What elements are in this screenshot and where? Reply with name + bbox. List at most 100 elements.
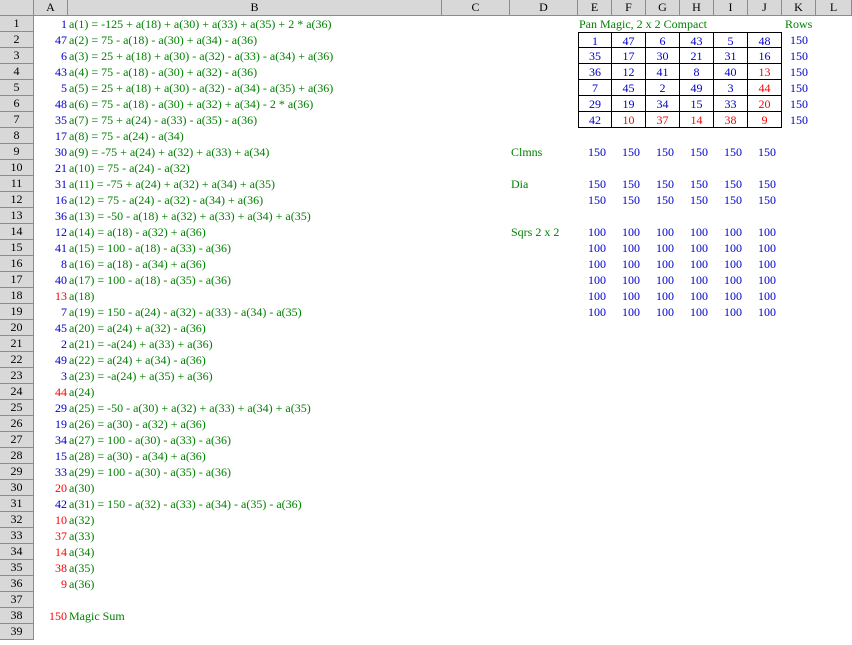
cell-a10[interactable]: 21 — [34, 160, 67, 176]
square-sum-r1-5[interactable]: 100 — [714, 224, 742, 240]
square-cell-r4c2[interactable]: 45 — [611, 79, 646, 96]
row-sum-6[interactable]: 150 — [782, 112, 816, 128]
square-sum-r2-3[interactable]: 100 — [646, 240, 674, 256]
cell-a28[interactable]: 15 — [34, 448, 67, 464]
square-sum-r1-4[interactable]: 100 — [680, 224, 708, 240]
square-sum-r1-2[interactable]: 100 — [612, 224, 640, 240]
row-header-39[interactable]: 39 — [0, 624, 34, 640]
column-header-h[interactable]: H — [680, 0, 714, 16]
cell-b35[interactable]: a(35) — [69, 560, 94, 576]
square-cell-r5c3[interactable]: 34 — [645, 95, 680, 112]
cell-a38[interactable]: 150 — [34, 608, 67, 624]
column-header-g[interactable]: G — [646, 0, 680, 16]
cell-b3[interactable]: a(3) = 25 + a(18) + a(30) - a(32) - a(33… — [69, 48, 333, 64]
column-sum-3[interactable]: 150 — [646, 144, 674, 160]
cell-a17[interactable]: 40 — [34, 272, 67, 288]
row-header-18[interactable]: 18 — [0, 288, 34, 304]
cell-b6[interactable]: a(6) = 75 - a(18) - a(30) + a(32) + a(34… — [69, 96, 313, 112]
cell-a21[interactable]: 2 — [34, 336, 67, 352]
cell-a22[interactable]: 49 — [34, 352, 67, 368]
row-header-16[interactable]: 16 — [0, 256, 34, 272]
cell-b9[interactable]: a(9) = -75 + a(24) + a(32) + a(33) + a(3… — [69, 144, 269, 160]
cell-b12[interactable]: a(12) = 75 - a(24) - a(32) - a(34) + a(3… — [69, 192, 263, 208]
row-header-10[interactable]: 10 — [0, 160, 34, 176]
square-sum-r5-5[interactable]: 100 — [714, 288, 742, 304]
square-sum-r4-6[interactable]: 100 — [748, 272, 776, 288]
cell-a29[interactable]: 33 — [34, 464, 67, 480]
square-cell-r6c6[interactable]: 9 — [747, 111, 782, 128]
column-header-l[interactable]: L — [816, 0, 852, 16]
square-cell-r3c5[interactable]: 40 — [713, 63, 748, 80]
row-header-38[interactable]: 38 — [0, 608, 34, 624]
cell-a36[interactable]: 9 — [34, 576, 67, 592]
cell-a8[interactable]: 17 — [34, 128, 67, 144]
diagonal-sum-a-5[interactable]: 150 — [714, 176, 742, 192]
row-header-14[interactable]: 14 — [0, 224, 34, 240]
dia-label[interactable]: Dia — [511, 176, 528, 192]
cell-b2[interactable]: a(2) = 75 - a(18) - a(30) + a(34) - a(36… — [69, 32, 257, 48]
row-header-33[interactable]: 33 — [0, 528, 34, 544]
cell-b29[interactable]: a(29) = 100 - a(30) - a(35) - a(36) — [69, 464, 231, 480]
cell-a25[interactable]: 29 — [34, 400, 67, 416]
cell-b19[interactable]: a(19) = 150 - a(24) - a(32) - a(33) - a(… — [69, 304, 302, 320]
square-cell-r1c2[interactable]: 47 — [611, 32, 646, 48]
cell-a15[interactable]: 41 — [34, 240, 67, 256]
cell-a1[interactable]: 1 — [34, 16, 67, 32]
column-sum-1[interactable]: 150 — [578, 144, 606, 160]
square-cell-r6c1[interactable]: 42 — [578, 111, 612, 128]
column-header-k[interactable]: K — [782, 0, 816, 16]
square-cell-r5c1[interactable]: 29 — [578, 95, 612, 112]
row-header-7[interactable]: 7 — [0, 112, 34, 128]
row-header-2[interactable]: 2 — [0, 32, 34, 48]
column-header-b[interactable]: B — [68, 0, 442, 16]
square-sum-r2-1[interactable]: 100 — [578, 240, 606, 256]
square-sum-r2-2[interactable]: 100 — [612, 240, 640, 256]
square-cell-r6c2[interactable]: 10 — [611, 111, 646, 128]
cell-b11[interactable]: a(11) = -75 + a(24) + a(32) + a(34) + a(… — [69, 176, 275, 192]
cell-a12[interactable]: 16 — [34, 192, 67, 208]
row-header-23[interactable]: 23 — [0, 368, 34, 384]
row-header-9[interactable]: 9 — [0, 144, 34, 160]
square-cell-r4c3[interactable]: 2 — [645, 79, 680, 96]
cell-b21[interactable]: a(21) = -a(24) + a(33) + a(36) — [69, 336, 213, 352]
cell-b13[interactable]: a(13) = -50 - a(18) + a(32) + a(33) + a(… — [69, 208, 311, 224]
row-header-19[interactable]: 19 — [0, 304, 34, 320]
square-title[interactable]: Pan Magic, 2 x 2 Compact — [579, 16, 707, 32]
diagonal-sum-b-2[interactable]: 150 — [612, 192, 640, 208]
square-cell-r4c4[interactable]: 49 — [679, 79, 714, 96]
cell-a32[interactable]: 10 — [34, 512, 67, 528]
cell-b7[interactable]: a(7) = 75 + a(24) - a(33) - a(35) - a(36… — [69, 112, 257, 128]
square-sum-r6-1[interactable]: 100 — [578, 304, 606, 320]
row-sum-1[interactable]: 150 — [782, 32, 816, 48]
cell-a31[interactable]: 42 — [34, 496, 67, 512]
cell-b20[interactable]: a(20) = a(24) + a(32) - a(36) — [69, 320, 206, 336]
row-header-11[interactable]: 11 — [0, 176, 34, 192]
cell-b10[interactable]: a(10) = 75 - a(24) - a(32) — [69, 160, 190, 176]
square-sum-r5-4[interactable]: 100 — [680, 288, 708, 304]
row-header-12[interactable]: 12 — [0, 192, 34, 208]
square-cell-r5c4[interactable]: 15 — [679, 95, 714, 112]
square-cell-r6c3[interactable]: 37 — [645, 111, 680, 128]
square-cell-r6c5[interactable]: 38 — [713, 111, 748, 128]
cell-b31[interactable]: a(31) = 150 - a(32) - a(33) - a(34) - a(… — [69, 496, 302, 512]
cell-b30[interactable]: a(30) — [69, 480, 94, 496]
square-sum-r1-6[interactable]: 100 — [748, 224, 776, 240]
square-sum-r6-3[interactable]: 100 — [646, 304, 674, 320]
row-header-25[interactable]: 25 — [0, 400, 34, 416]
cell-a35[interactable]: 38 — [34, 560, 67, 576]
cell-a13[interactable]: 36 — [34, 208, 67, 224]
cell-b24[interactable]: a(24) — [69, 384, 94, 400]
cell-b36[interactable]: a(36) — [69, 576, 94, 592]
square-cell-r3c1[interactable]: 36 — [578, 63, 612, 80]
square-cell-r3c4[interactable]: 8 — [679, 63, 714, 80]
square-cell-r2c3[interactable]: 30 — [645, 47, 680, 64]
square-sum-r6-2[interactable]: 100 — [612, 304, 640, 320]
row-header-3[interactable]: 3 — [0, 48, 34, 64]
cell-b17[interactable]: a(17) = 100 - a(18) - a(35) - a(36) — [69, 272, 231, 288]
cell-a18[interactable]: 13 — [34, 288, 67, 304]
row-header-6[interactable]: 6 — [0, 96, 34, 112]
square-cell-r3c6[interactable]: 13 — [747, 63, 782, 80]
square-cell-r2c4[interactable]: 21 — [679, 47, 714, 64]
cell-a27[interactable]: 34 — [34, 432, 67, 448]
column-header-d[interactable]: D — [510, 0, 578, 16]
